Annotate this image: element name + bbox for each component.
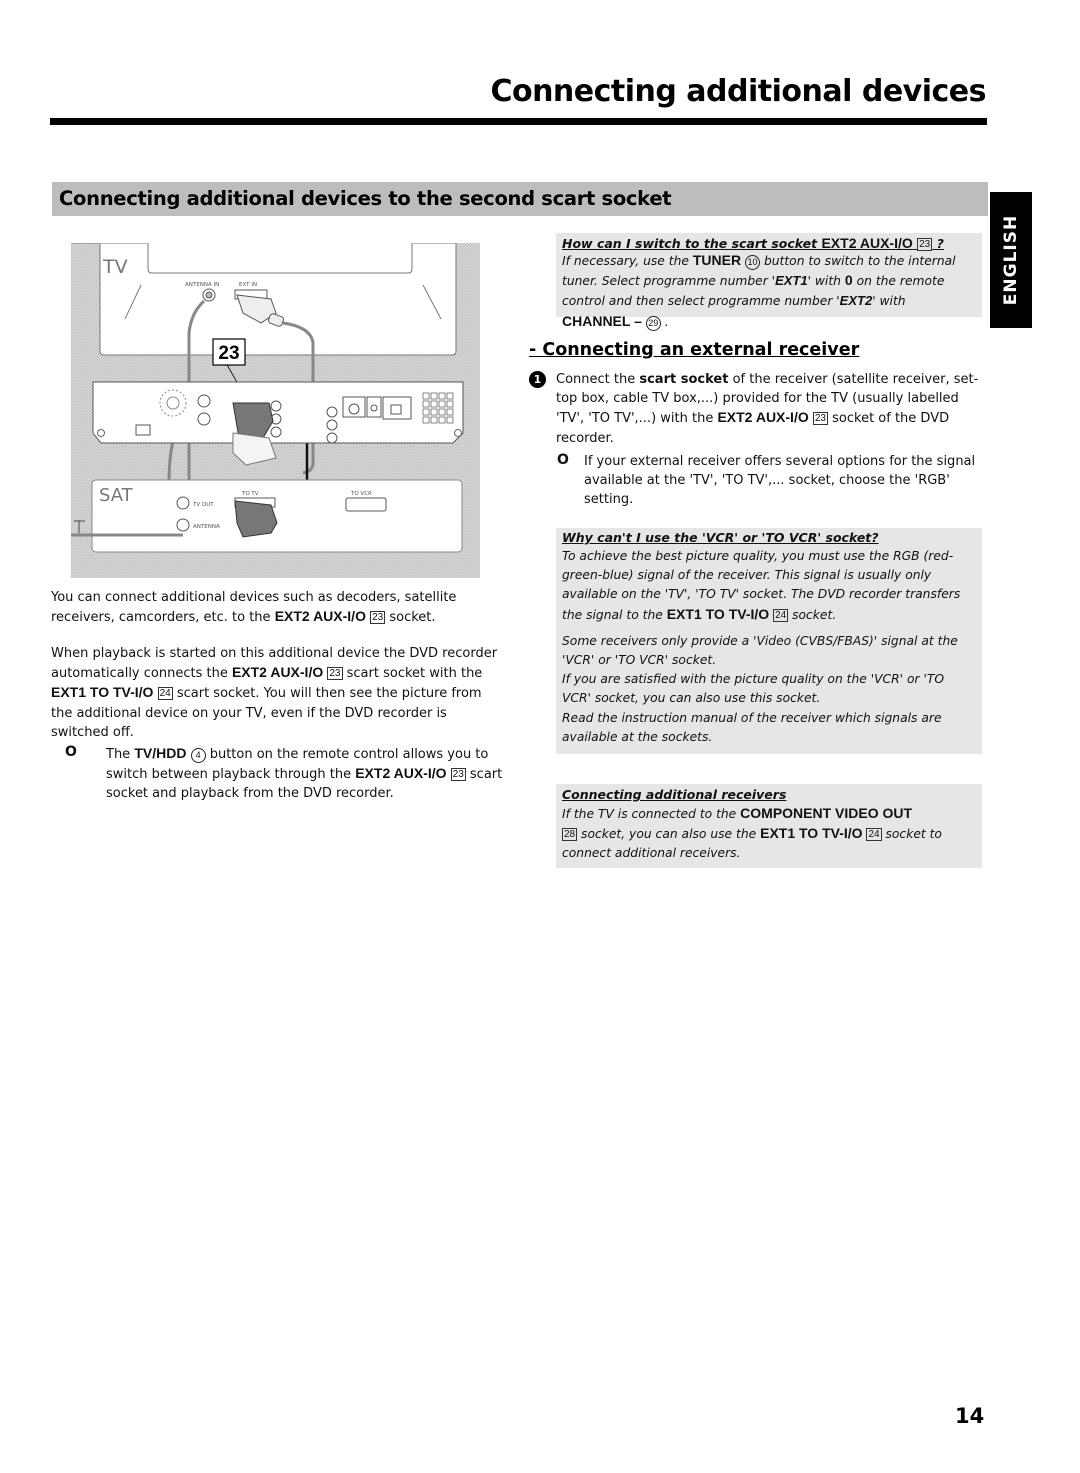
sat-antenna-label: ANTENNA <box>193 524 220 530</box>
socket-name: EXT2 AUX-I/O <box>231 664 324 681</box>
socket-name: EXT2 AUX-I/O <box>717 409 809 426</box>
sat-to-vcr-label: TO VCR <box>350 491 372 497</box>
faq-vcr-question: Why can't I use the 'VCR' or 'TO VCR' so… <box>562 530 879 545</box>
socket-name: EXT1 TO TV-I/O <box>760 825 863 842</box>
socket-number-key: 24 <box>157 687 173 701</box>
button-name: TUNER <box>692 252 742 268</box>
button-number-circle: 29 <box>645 315 661 331</box>
sat-to-tv-label: TO TV <box>241 491 259 497</box>
sat-tv-out-label: TV OUT <box>192 502 214 508</box>
socket-number-key: 23 <box>327 667 343 681</box>
socket-name: COMPONENT VIDEO OUT <box>740 805 913 821</box>
tv-hdd-tip: The TV/HDD 4 button on the remote contro… <box>106 745 503 802</box>
tip-bullet-icon: O <box>65 744 77 760</box>
faq-vcr-answer-1: To achieve the best picture quality, you… <box>562 549 961 622</box>
faq-receivers-box: Connecting additional receivers If the T… <box>556 784 982 868</box>
language-label: ENGLISH <box>1001 214 1021 306</box>
section-header-bar: Connecting additional devices to the sec… <box>52 182 988 216</box>
socket-number-key: 23 <box>812 412 828 426</box>
title-rule <box>50 118 987 125</box>
faq-vcr-answer-3: If you are satisfied with the picture qu… <box>562 672 945 706</box>
button-number-circle: 10 <box>745 255 761 270</box>
language-tab: ENGLISH <box>990 192 1032 328</box>
intro-paragraph: You can connect additional devices such … <box>51 590 457 626</box>
faq-receivers-question: Connecting additional receivers <box>562 787 787 802</box>
page-title: Connecting additional devices <box>490 74 986 109</box>
external-receiver-heading: - Connecting an external receiver <box>529 340 860 360</box>
sat-receiver: SAT TV OUT ANTENNA TO TV TO VCR <box>71 479 463 553</box>
faq-switch-answer: If necessary, use the TUNER 10 button to… <box>562 252 956 331</box>
step-number-icon: 1 <box>529 371 546 388</box>
faq-switch-box: How can I switch to the scart socket EXT… <box>556 233 982 331</box>
faq-receivers-answer: If the TV is connected to the COMPONENT … <box>562 805 942 861</box>
faq-vcr-box: Why can't I use the 'VCR' or 'TO VCR' so… <box>556 528 982 754</box>
tv-ext-in-label: EXT IN <box>239 282 257 288</box>
sat-label: SAT <box>99 485 134 506</box>
button-number-circle: 4 <box>190 748 206 763</box>
tv-antenna-in-label: ANTENNA IN <box>185 282 219 288</box>
button-name: CHANNEL – <box>562 312 642 329</box>
socket-name: EXT1 TO TV-I/O <box>666 605 770 622</box>
socket-name: EXT2 AUX-I/O <box>274 608 366 625</box>
button-name: TV/HDD <box>134 745 187 761</box>
section-title: Connecting additional devices to the sec… <box>59 187 672 210</box>
playback-paragraph: When playback is started on this additio… <box>51 646 498 740</box>
step-1-text: Connect the scart socket of the receiver… <box>556 372 979 446</box>
socket-number-key: 28 <box>562 828 578 842</box>
rgb-note: If your external receiver offers several… <box>584 454 976 508</box>
note-bullet-icon: O <box>557 452 569 468</box>
callout-number: 23 <box>218 343 239 364</box>
faq-vcr-answer-4: Read the instruction manual of the recei… <box>562 710 942 744</box>
socket-name: EXT1 TO TV-I/O <box>51 684 154 701</box>
page-number: 14 <box>955 1404 985 1428</box>
tv-label: TV <box>102 256 128 278</box>
socket-number-key: 24 <box>866 828 882 842</box>
socket-name: EXT2 AUX-I/O <box>355 765 447 782</box>
tv-unit: TV ANTENNA IN EXT IN <box>71 243 457 356</box>
socket-number-key: 23 <box>370 611 386 625</box>
faq-vcr-answer-2: Some receivers only provide a 'Video (CV… <box>562 633 958 668</box>
faq-switch-question: How can I switch to the scart socket EXT… <box>562 235 944 251</box>
socket-number-key: 23 <box>450 768 466 782</box>
connection-diagram: TV ANTENNA IN EXT IN 23 SAT TV OUT ANTEN… <box>71 243 480 578</box>
socket-number-key: 24 <box>773 608 789 622</box>
